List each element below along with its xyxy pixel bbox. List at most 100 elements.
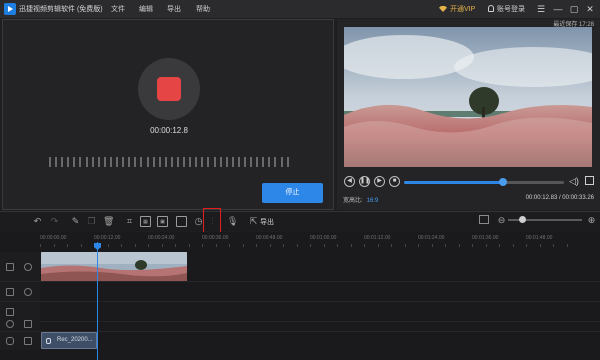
mosaic-icon[interactable]: ▦ bbox=[140, 216, 151, 227]
ruler-tick bbox=[526, 244, 527, 247]
volume-icon[interactable]: ◁) bbox=[569, 176, 579, 186]
ruler-tick bbox=[175, 244, 176, 247]
vip-diamond-icon bbox=[439, 6, 447, 12]
waveform-bar bbox=[134, 157, 137, 167]
waveform-bar bbox=[256, 157, 259, 167]
vip-button[interactable]: 开通VIP bbox=[439, 4, 475, 14]
recording-time: 00:00:12.8 bbox=[150, 126, 188, 135]
ruler-tick bbox=[40, 244, 41, 247]
user-icon bbox=[488, 5, 494, 12]
ruler-tick-label: 00:00:24.00 bbox=[148, 235, 175, 241]
menu-edit[interactable]: 编辑 bbox=[139, 4, 153, 14]
ruler-tick bbox=[566, 244, 568, 247]
playback-progress-knob[interactable] bbox=[499, 178, 508, 186]
track-mute-icon[interactable] bbox=[24, 337, 32, 345]
stop-playback-icon[interactable]: ■ bbox=[389, 176, 400, 187]
track-pip-header bbox=[0, 282, 40, 301]
ruler-tick-label: 00:01:00.00 bbox=[310, 235, 337, 241]
minimize-icon[interactable]: — bbox=[551, 2, 565, 16]
stop-button[interactable]: 停止 bbox=[262, 183, 323, 203]
waveform-bar bbox=[55, 157, 58, 167]
waveform-bar bbox=[85, 157, 88, 167]
waveform-bar bbox=[237, 157, 240, 167]
fullscreen-icon[interactable] bbox=[585, 176, 594, 185]
ruler-tick bbox=[229, 244, 230, 247]
ruler-tick bbox=[148, 244, 149, 247]
ruler-tick bbox=[107, 244, 109, 247]
ruler-tick-label: 00:00:00.00 bbox=[40, 235, 67, 241]
track-pip bbox=[0, 282, 600, 302]
video-clip[interactable] bbox=[41, 252, 187, 281]
zoom-out-icon[interactable]: ⊖ bbox=[496, 215, 507, 226]
zoom-slider-knob[interactable] bbox=[519, 216, 526, 223]
ruler-tick bbox=[323, 244, 325, 247]
waveform-bar bbox=[103, 157, 106, 167]
track-visibility-icon[interactable] bbox=[24, 263, 32, 271]
ruler-tick bbox=[337, 244, 338, 247]
fit-timeline-icon[interactable] bbox=[479, 215, 489, 224]
export-label[interactable]: 导出 bbox=[260, 217, 274, 227]
aspect-ratio-value[interactable]: 16:9 bbox=[367, 198, 379, 204]
login-label: 账号登录 bbox=[497, 6, 525, 13]
ruler-tick-label: 00:01:12.00 bbox=[364, 235, 391, 241]
ruler-tick bbox=[377, 244, 379, 247]
ruler-tick bbox=[350, 244, 352, 247]
aspect-ratio[interactable]: 宽高比: 16:9 bbox=[343, 195, 378, 204]
waveform-bar bbox=[280, 157, 283, 167]
freeze-frame-icon[interactable] bbox=[176, 216, 187, 227]
pip-track-icon bbox=[6, 288, 14, 296]
copy-icon[interactable]: ❐ bbox=[86, 216, 97, 227]
menu-icon[interactable]: ☰ bbox=[534, 2, 548, 16]
preview-panel: 最近保存 17:28 ◀ ❚❚ ▶ ■ ◁) 宽高比: 16:9 00:00:1… bbox=[337, 19, 600, 210]
mic-track-icon bbox=[6, 337, 14, 345]
ruler-tick bbox=[296, 244, 298, 247]
ruler-tick bbox=[445, 244, 446, 247]
voice-recorder-panel: 00:00:12.8 停止 bbox=[2, 19, 334, 210]
zoom-in-icon[interactable]: ⊕ bbox=[586, 215, 597, 226]
record-stop-icon[interactable] bbox=[157, 77, 181, 101]
waveform-bar bbox=[268, 157, 271, 167]
voice-recording-clip[interactable]: Rec_20200... bbox=[41, 332, 97, 349]
voice-record-icon[interactable]: 🎙 bbox=[227, 216, 238, 227]
audio-waveform bbox=[49, 157, 289, 167]
menu-help[interactable]: 帮助 bbox=[196, 4, 210, 14]
ruler-tick-label: 00:00:12.00 bbox=[94, 235, 121, 241]
track-visibility-icon[interactable] bbox=[24, 288, 32, 296]
timeline-ruler[interactable]: 00:00:00.00 00:00:12.00 00:00:24.00 00:00:3… bbox=[40, 232, 600, 248]
ruler-tick bbox=[310, 244, 311, 247]
track-mute-icon[interactable] bbox=[24, 320, 32, 328]
ruler-tick bbox=[67, 244, 68, 247]
waveform-bar bbox=[201, 157, 204, 167]
video-track-icon bbox=[6, 263, 14, 271]
ruler-tick bbox=[485, 244, 487, 247]
undo-icon[interactable]: ↶ bbox=[32, 216, 43, 227]
ruler-tick bbox=[418, 244, 419, 247]
redo-icon[interactable]: ↷ bbox=[49, 216, 60, 227]
crop-icon[interactable]: ⌗ bbox=[124, 216, 135, 227]
playback-progress[interactable] bbox=[404, 178, 564, 186]
edit-toolbar: ↶ ↷ ✎ ❐ 🗑 ⌗ ▦ ▣ ◷ ⫶ 🎙 ⇱ bbox=[0, 211, 600, 231]
mic-icon bbox=[46, 338, 51, 344]
waveform-bar bbox=[140, 157, 143, 167]
maximize-icon[interactable]: ▢ bbox=[567, 2, 581, 16]
waveform-bar bbox=[49, 157, 51, 167]
next-frame-icon[interactable]: ▶ bbox=[374, 176, 385, 187]
prev-frame-icon[interactable]: ◀ bbox=[344, 176, 355, 187]
export-icon[interactable]: ⇱ bbox=[248, 216, 259, 227]
waveform-bar bbox=[61, 157, 64, 167]
ruler-tick bbox=[539, 244, 541, 247]
pause-icon[interactable]: ❚❚ bbox=[359, 176, 370, 187]
playhead[interactable] bbox=[97, 242, 98, 360]
menu-file[interactable]: 文件 bbox=[111, 4, 125, 14]
edit-icon[interactable]: ✎ bbox=[70, 216, 81, 227]
ruler-tick-label: 00:01:24.00 bbox=[418, 235, 445, 241]
ruler-tick bbox=[80, 244, 82, 247]
playhead-handle-icon[interactable] bbox=[94, 243, 101, 250]
menu-export[interactable]: 导出 bbox=[167, 4, 181, 14]
close-icon[interactable]: ✕ bbox=[583, 2, 597, 16]
ruler-tick bbox=[202, 244, 203, 247]
waveform-bar bbox=[183, 157, 186, 167]
picture-in-picture-icon[interactable]: ▣ bbox=[157, 216, 168, 227]
login-button[interactable]: 账号登录 bbox=[488, 4, 525, 14]
delete-icon[interactable]: 🗑 bbox=[103, 216, 114, 227]
